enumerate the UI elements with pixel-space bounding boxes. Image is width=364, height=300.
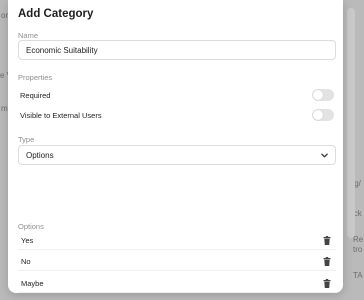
dialog-title: Add Category (18, 8, 94, 20)
property-visible-external-row: Visible to External Users (18, 107, 336, 125)
toggle-knob (313, 90, 323, 100)
toggle-knob (313, 110, 323, 120)
add-category-dialog: Add Category Name Properties Required Vi… (8, 0, 343, 293)
property-required-row: Required (18, 87, 336, 105)
options-label: Options (18, 222, 44, 231)
option-row: No (18, 252, 336, 271)
trash-icon[interactable] (323, 257, 331, 266)
option-label: Maybe (21, 279, 44, 288)
trash-icon[interactable] (323, 236, 331, 245)
type-select[interactable]: Options (18, 145, 336, 165)
name-label: Name (18, 31, 39, 40)
visible-external-toggle[interactable] (312, 109, 334, 121)
option-label: Yes (21, 236, 34, 245)
option-row: Yes (18, 231, 336, 250)
option-row: Maybe (18, 274, 336, 293)
required-label: Required (20, 91, 51, 100)
type-selected-value: Options (26, 151, 54, 160)
properties-label: Properties (18, 73, 53, 82)
option-label: No (21, 257, 31, 266)
scrollbar-thumb[interactable] (347, 8, 355, 238)
type-label: Type (18, 135, 35, 144)
trash-icon[interactable] (323, 279, 331, 288)
chevron-down-icon (321, 153, 328, 158)
visible-external-label: Visible to External Users (20, 111, 102, 120)
name-input[interactable] (18, 40, 336, 60)
required-toggle[interactable] (312, 89, 334, 101)
